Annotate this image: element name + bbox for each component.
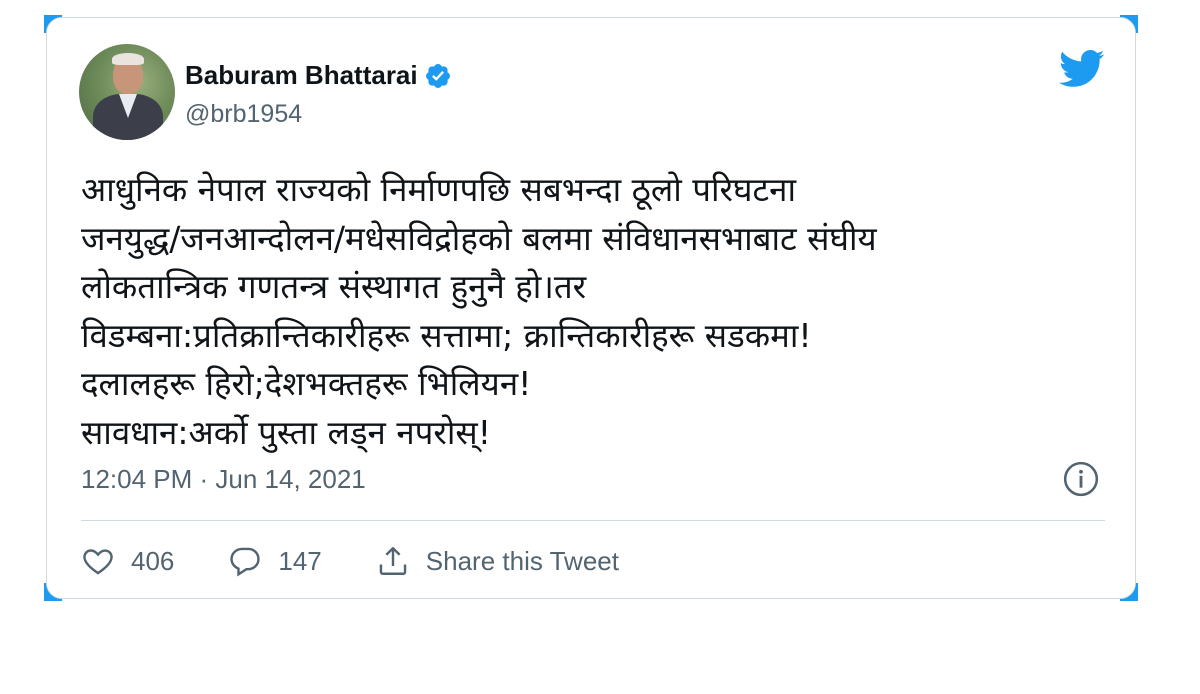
tweet-timestamp[interactable]: 12:04 PM · Jun 14, 2021 — [81, 464, 366, 495]
tweet-line: विडम्बना:प्रतिक्रान्तिकारीहरू सत्तामा; क… — [81, 315, 812, 355]
tweet-line: आधुनिक नेपाल राज्यको निर्माणपछि सबभन्दा … — [81, 170, 797, 209]
share-icon — [379, 547, 407, 575]
twitter-bird-icon[interactable] — [1059, 49, 1105, 89]
info-icon[interactable] — [1062, 460, 1100, 498]
tweet-line: जनयुद्ध/जनआन्दोलन/मधेसविद्रोहको बलमा संव… — [81, 218, 877, 258]
like-button[interactable]: 406 — [81, 544, 174, 578]
share-label: Share this Tweet — [425, 545, 619, 576]
like-count: 406 — [131, 545, 175, 576]
author-name-row[interactable]: Baburam Bhattarai — [185, 60, 452, 91]
tweet-line: सावधान:अर्को पुस्ता लड्न नपरोस्! — [81, 412, 491, 452]
author-handle[interactable]: @brb1954 — [185, 100, 302, 129]
verified-badge-icon — [425, 63, 450, 88]
avatar-hair — [112, 53, 144, 65]
avatar[interactable] — [79, 44, 175, 140]
tweet-card[interactable]: Baburam Bhattarai @brb1954 आधुनिक नेपाल … — [46, 17, 1136, 599]
heart-icon — [83, 549, 113, 575]
tweet-line: दलालहरू हिरो;देशभक्तहरू भिलियन! — [81, 364, 532, 403]
reply-button[interactable]: 147 — [228, 544, 322, 578]
reply-bubble-icon — [230, 547, 261, 577]
tweet-actions: 406 147 Share this Tweet — [81, 538, 673, 584]
share-button[interactable]: Share this Tweet — [376, 544, 619, 578]
reply-count: 147 — [278, 545, 322, 576]
author-display-name[interactable]: Baburam Bhattarai — [185, 60, 418, 91]
divider — [81, 520, 1105, 521]
tweet-text: आधुनिक नेपाल राज्यको निर्माणपछि सबभन्दा … — [81, 166, 1121, 457]
tweet-card-body: Baburam Bhattarai @brb1954 आधुनिक नेपाल … — [47, 18, 1135, 598]
tweet-line: लोकतान्त्रिक गणतन्त्र संस्थागत हुनुनै हो… — [81, 267, 587, 306]
